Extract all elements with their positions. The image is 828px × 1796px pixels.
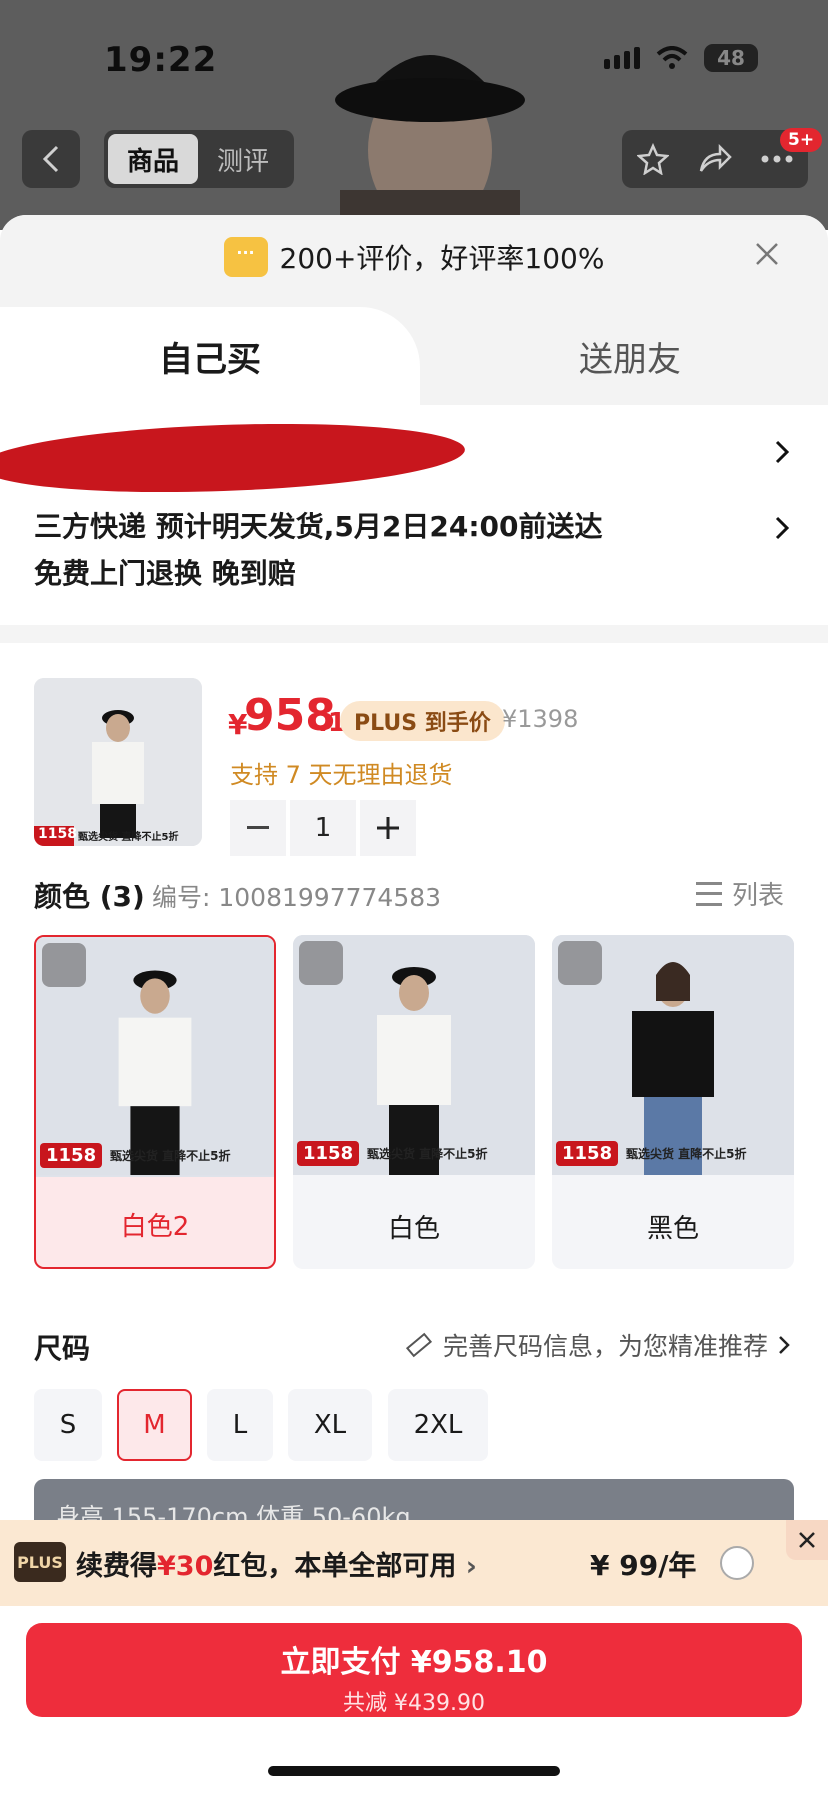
quantity-value[interactable]: 1 [290,800,356,856]
product-hero-image [335,55,525,230]
original-price: ¥1398 [502,705,579,733]
option-price: 1158 [297,1141,360,1166]
plus-icon [377,817,399,839]
chevron-right-icon [779,1336,790,1354]
chevron-right-icon[interactable] [774,515,790,541]
increase-button[interactable] [360,800,416,856]
pay-now-button[interactable]: 立即支付 ¥958.10 共减 ¥439.90 [26,1623,802,1717]
purchase-tabs: 自己买 送朋友 [0,307,828,405]
thumbnail-promo: 甄选尖货 直降不止5折 [78,832,179,843]
color-option-black[interactable]: 1158 甄选尖货 直降不止5折 黑色 [552,935,794,1269]
shipping-estimate[interactable]: 三方快递 预计明天发货,5月2日24:00前送达 [34,505,602,545]
product-image [34,678,202,846]
plus-logo: PLUS [14,1542,66,1582]
option-promo: 甄选尖货 直降不止5折 [626,1147,747,1161]
chevron-left-icon [42,145,59,173]
option-promo: 甄选尖货 直降不止5折 [110,1149,231,1163]
review-summary-bar[interactable]: ··· 200+评价，好评率100% [0,215,828,310]
pay-discount-label: 共减 ¥439.90 [343,1691,485,1716]
size-option-s[interactable]: S [34,1389,102,1461]
plus-opt-in-radio[interactable] [720,1546,754,1580]
size-title: 尺码 [34,1332,91,1365]
home-indicator[interactable] [268,1766,560,1776]
option-price: 1158 [40,1143,103,1168]
return-policy: 支持 7 天无理由退货 [230,761,453,789]
decrease-button[interactable] [230,800,286,856]
size-option-2xl[interactable]: 2XL [388,1389,488,1461]
chat-bubble-icon: ··· [223,237,268,277]
more-icon[interactable] [761,154,793,164]
expand-icon[interactable] [299,941,343,985]
list-view-toggle[interactable]: 列表 [695,875,784,912]
plus-membership-bar[interactable]: PLUS 续费得¥30红包，本单全部可用 › ¥ 99/年 [0,1520,828,1606]
expand-icon[interactable] [558,941,602,985]
cellular-signal-icon [604,47,640,69]
product-thumbnail[interactable]: 1158 甄选尖货 直降不止5折 [34,678,202,846]
tab-buy-for-self[interactable]: 自己买 [0,307,420,405]
chevron-right-icon: › [465,1551,477,1582]
wifi-icon [656,46,688,69]
chevron-right-icon [775,440,790,464]
ruler-icon [405,1332,433,1358]
service-guarantee: 免费上门退换 晚到赔 [34,557,296,590]
product-code: 编号: 10081997774583 [152,883,442,912]
star-icon[interactable] [636,143,669,175]
close-icon [799,1532,815,1548]
redaction-mark [0,416,467,500]
quantity-stepper: 1 [230,800,416,856]
notification-badge: 5+ [780,128,823,152]
tab-review[interactable]: 测评 [198,141,288,178]
plus-offer-text: 续费得¥30红包，本单全部可用 › [76,1544,477,1583]
back-button[interactable] [22,130,80,188]
size-recommend-link[interactable]: 完善尺码信息，为您精准推荐 [405,1327,790,1363]
address-row[interactable] [0,416,828,500]
color-option-label: 白色2 [120,1212,190,1242]
share-icon[interactable] [698,144,732,174]
status-time: 19:22 [104,40,218,80]
plus-price-tag: PLUS 到手价 [340,701,505,741]
pay-main-label: 立即支付 ¥958.10 [280,1645,548,1680]
plus-price: ¥ 99/年 [590,1549,697,1582]
color-option-label: 黑色 [646,1214,699,1244]
color-title: 颜色 (3) [34,880,145,913]
option-promo: 甄选尖货 直降不止5折 [367,1147,488,1161]
plus-bar-close-button[interactable] [786,1520,828,1560]
close-icon[interactable] [754,241,780,267]
color-option-white2[interactable]: 1158 甄选尖货 直降不止5折 白色2 [34,935,276,1269]
list-view-label: 列表 [731,881,784,911]
battery-icon: 48 [704,44,758,72]
size-option-xl[interactable]: XL [288,1389,372,1461]
size-option-m[interactable]: M [117,1389,192,1461]
header-background [0,0,828,230]
expand-icon[interactable] [42,943,86,987]
color-option-label: 白色 [387,1214,440,1244]
section-divider [0,625,828,643]
thumbnail-price: 1158 [38,826,77,842]
color-option-white[interactable]: 1158 甄选尖货 直降不止5折 白色 [293,935,535,1269]
plus-text-amount: ¥30 [157,1551,214,1582]
plus-text-pre: 续费得 [76,1551,157,1582]
status-icons: 48 [604,44,758,72]
list-icon [695,881,722,906]
minus-icon [247,826,269,829]
tab-send-to-friend[interactable]: 送朋友 [480,307,780,405]
plus-text-post: 红包，本单全部可用 [213,1551,457,1582]
size-hint-text: 完善尺码信息，为您精准推荐 [442,1332,768,1361]
size-option-l[interactable]: L [207,1389,273,1461]
option-price: 1158 [556,1141,619,1166]
review-summary-text: 200+评价，好评率100% [279,242,605,275]
tab-product[interactable]: 商品 [108,134,198,184]
header-tabs: 商品 测评 [104,130,294,188]
